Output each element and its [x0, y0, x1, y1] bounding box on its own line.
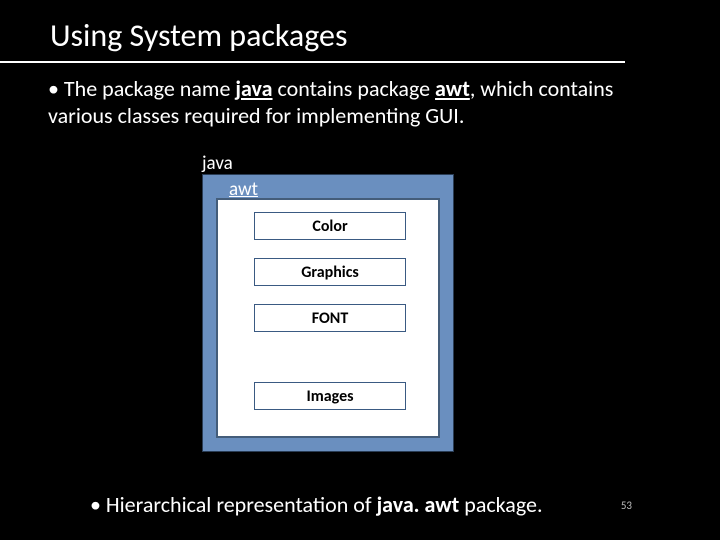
- b1-mid: contains package: [273, 75, 436, 102]
- class-box: Images: [254, 382, 406, 410]
- bullet-1: • The package name java contains package…: [48, 76, 660, 130]
- class-box: FONT: [254, 304, 406, 332]
- package-diagram: java awt Color Graphics FONT Images: [202, 152, 454, 452]
- bullet-2: • Hierarchical representation of java. a…: [90, 491, 680, 518]
- b2-bold: java. awt: [377, 491, 460, 518]
- b1-w2: awt: [435, 75, 470, 102]
- slide-title: Using System packages: [0, 0, 625, 63]
- class-box: Color: [254, 212, 406, 240]
- outer-package-label: java: [202, 152, 233, 175]
- inner-package-label: awt: [229, 178, 258, 201]
- class-box: Graphics: [254, 258, 406, 286]
- b2-prefix: • Hierarchical representation of: [90, 491, 377, 518]
- b1-prefix: • The package name: [48, 75, 235, 102]
- inner-package-box: Color Graphics FONT Images: [216, 198, 440, 438]
- page-number: 53: [621, 499, 632, 512]
- b2-suffix: package.: [459, 491, 542, 518]
- b1-w1: java: [235, 75, 272, 102]
